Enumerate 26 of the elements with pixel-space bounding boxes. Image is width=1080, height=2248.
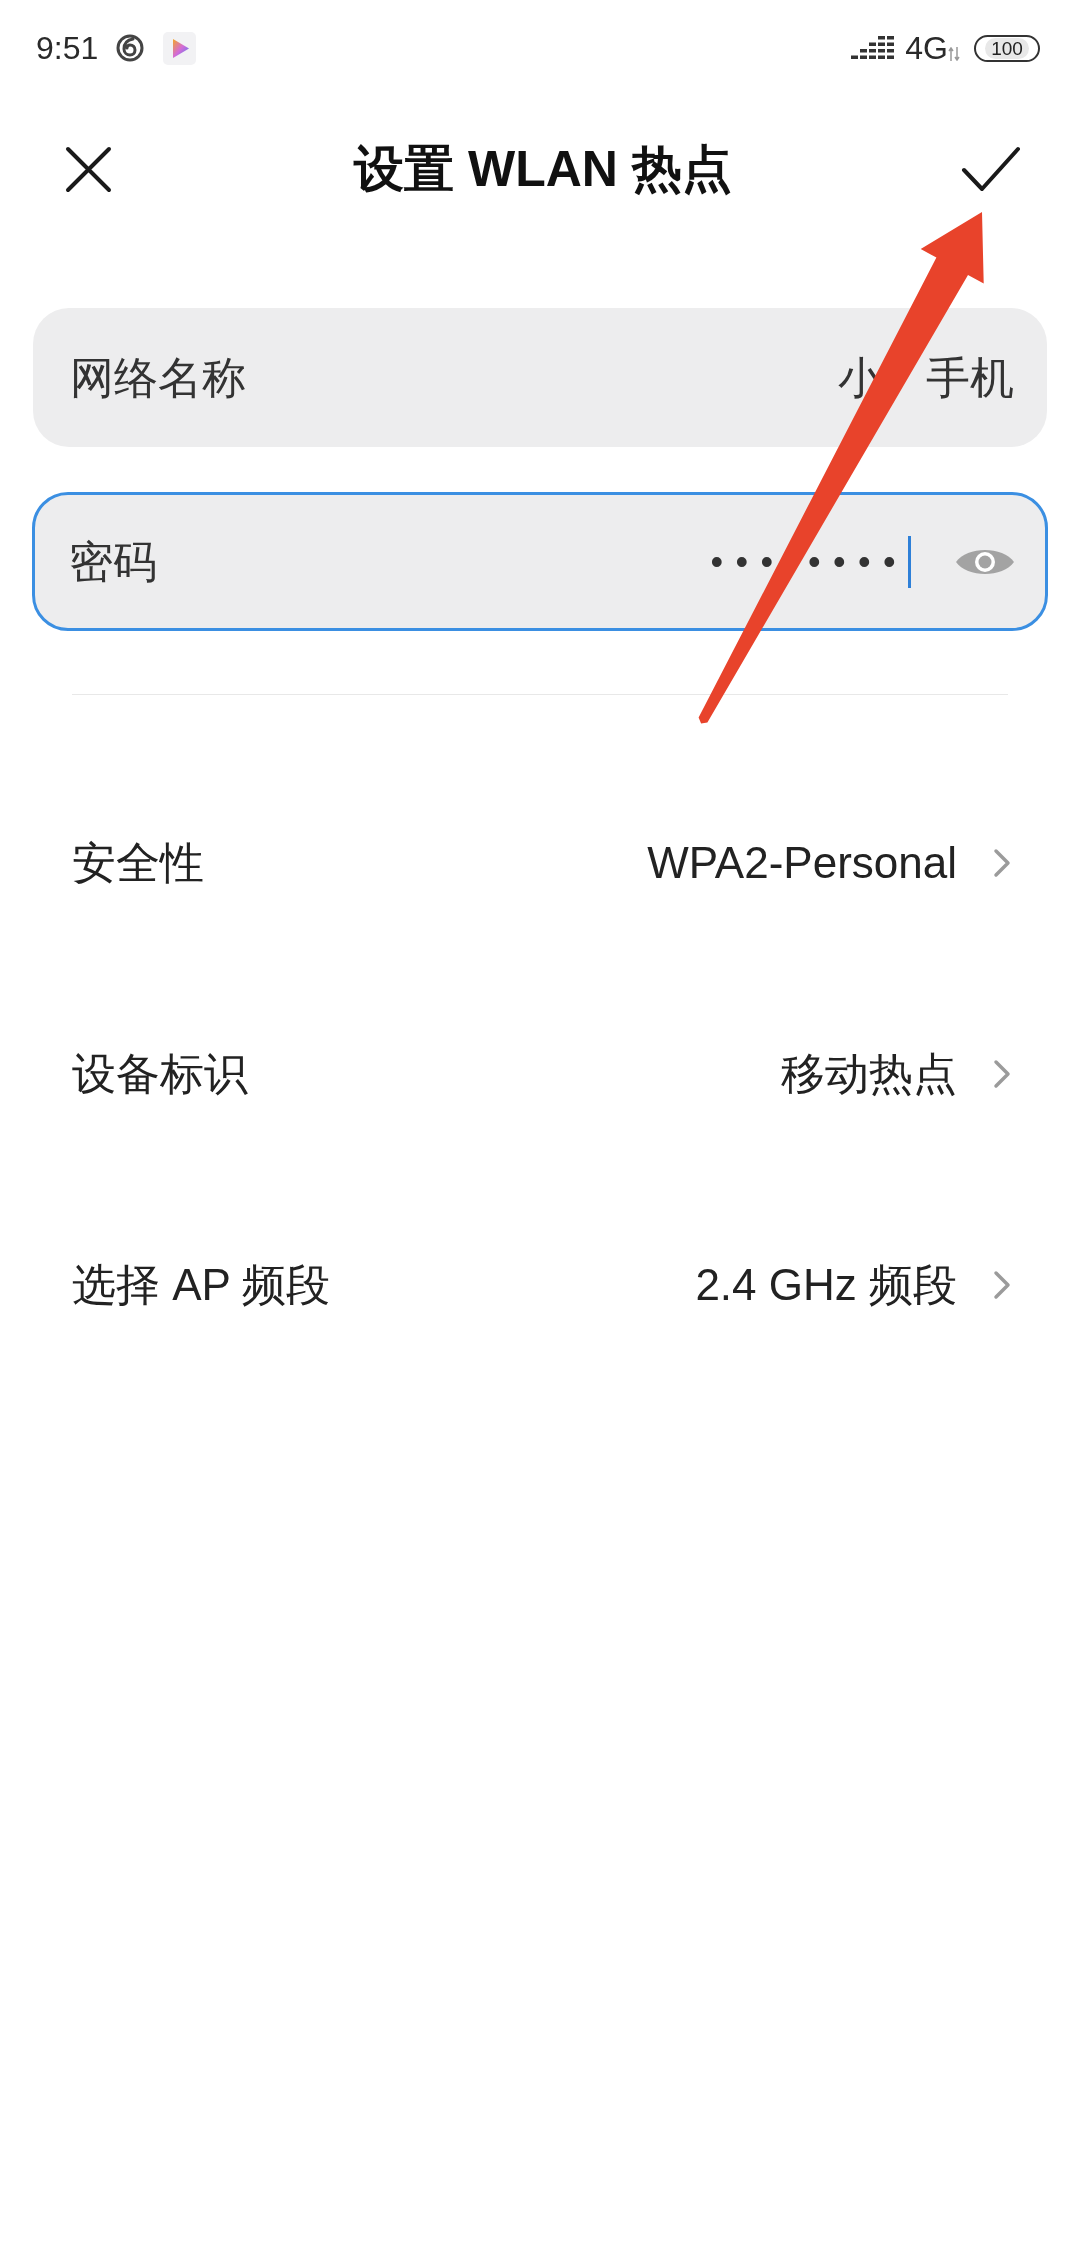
text-cursor xyxy=(908,535,911,588)
password-dots: ••• •••• xyxy=(710,543,908,580)
battery-indicator: 100 xyxy=(974,34,1040,62)
setting-value[interactable]: WPA2-Personal xyxy=(647,829,957,896)
status-time: 9:51 xyxy=(36,29,99,68)
setting-value[interactable]: 移动热点 xyxy=(781,1040,957,1107)
page-title: 设置 WLAN 热点 xyxy=(354,139,732,199)
signal-icon xyxy=(851,36,895,60)
password-field[interactable]: 密码 ••• •••• xyxy=(32,492,1048,631)
chevron-right-icon xyxy=(993,1058,1011,1089)
close-icon xyxy=(65,145,112,193)
chevron-right-icon xyxy=(993,847,1011,878)
network-type: 4G xyxy=(905,29,948,68)
spiral-icon xyxy=(116,34,145,62)
setting-label: 安全性 xyxy=(72,836,204,889)
confirm-button[interactable] xyxy=(961,145,1021,193)
setting-label: 选择 AP 频段 xyxy=(72,1258,331,1311)
field-label: 密码 xyxy=(69,535,157,588)
data-activity-icon xyxy=(948,47,960,61)
play-icon xyxy=(163,31,197,65)
close-button[interactable] xyxy=(65,145,112,193)
setting-value[interactable]: 2.4 GHz 频段 xyxy=(695,1251,957,1318)
setting-label: 设备标识 xyxy=(72,1047,248,1100)
field-label: 网络名称 xyxy=(70,351,246,404)
checkmark-icon xyxy=(961,145,1021,193)
chevron-right-icon xyxy=(993,1269,1011,1300)
